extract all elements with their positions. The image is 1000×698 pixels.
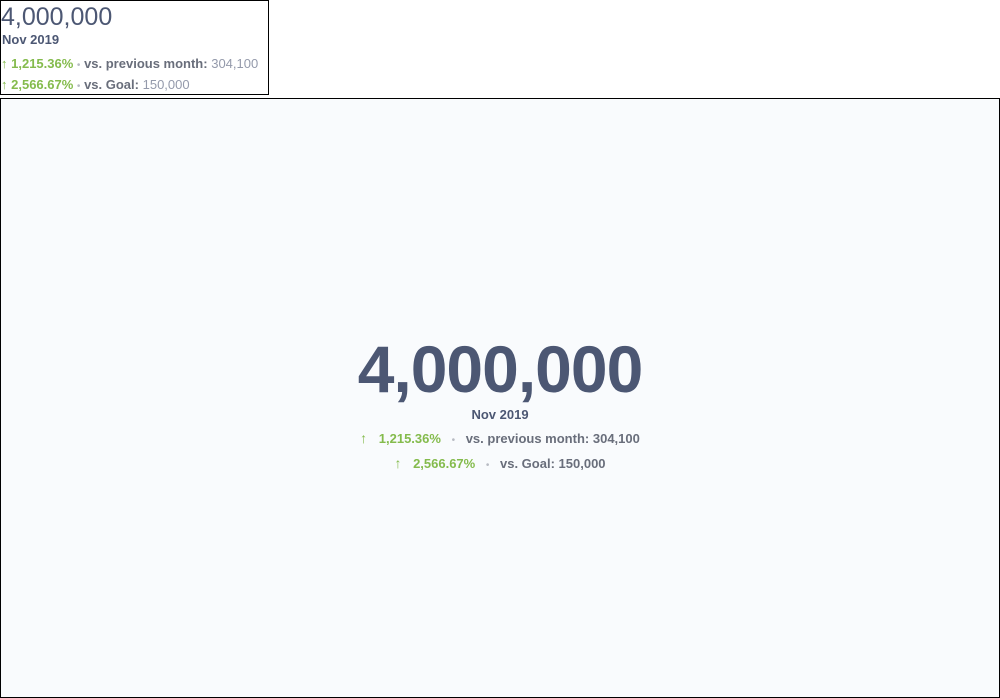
- comparison-percent: 2,566.67%: [11, 77, 74, 92]
- arrow-up-icon: ↑: [394, 455, 402, 471]
- scalar-center-block: 4,000,000 Nov 2019 ↑ 1,215.36% • vs. pre…: [1, 333, 999, 474]
- scalar-period: Nov 2019: [2, 32, 60, 47]
- comparison-value: 150,000: [558, 456, 606, 471]
- comparison-label: vs. previous month:: [84, 56, 208, 71]
- smart-scalar-card-large: 4,000,000 Nov 2019 ↑ 1,215.36% • vs. pre…: [0, 98, 1000, 698]
- separator-dot: •: [76, 60, 81, 71]
- comparison-percent: 2,566.67%: [413, 456, 476, 471]
- separator-dot: •: [485, 460, 490, 471]
- comparison-goal: ↑ 2,566.67% • vs. Goal: 150,000: [1, 77, 190, 95]
- comparison-label: vs. previous month:: [465, 431, 590, 446]
- arrow-up-icon: ↑: [360, 430, 368, 446]
- separator-dot: •: [76, 81, 81, 92]
- scalar-period: Nov 2019: [471, 407, 529, 422]
- arrow-up-icon: ↑: [1, 77, 8, 92]
- comparison-percent: 1,215.36%: [378, 431, 441, 446]
- comparison-previous-month: ↑ 1,215.36% • vs. previous month: 304,10…: [1, 56, 258, 74]
- comparison-label: vs. Goal:: [84, 77, 139, 92]
- comparison-percent: 1,215.36%: [11, 56, 74, 71]
- comparison-value: 304,100: [211, 56, 259, 71]
- smart-scalar-card-small: 4,000,000 Nov 2019 ↑ 1,215.36% • vs. pre…: [0, 0, 269, 95]
- scalar-value[interactable]: 4,000,000: [1, 333, 999, 405]
- separator-dot: •: [451, 435, 456, 446]
- comparison-goal: ↑ 2,566.67% • vs. Goal: 150,000: [1, 455, 999, 474]
- arrow-up-icon: ↑: [1, 56, 8, 71]
- comparison-previous-month: ↑ 1,215.36% • vs. previous month: 304,10…: [1, 430, 999, 449]
- comparison-label: vs. Goal:: [500, 456, 555, 471]
- comparison-value: 150,000: [142, 77, 190, 92]
- scalar-value[interactable]: 4,000,000: [1, 2, 112, 32]
- comparison-value: 304,100: [592, 431, 640, 446]
